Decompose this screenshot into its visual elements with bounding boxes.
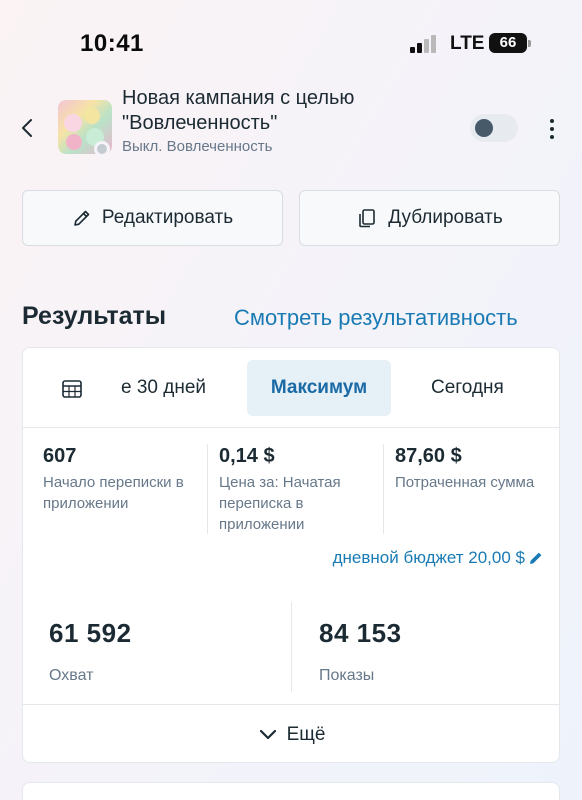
duplicate-button[interactable]: Дублировать	[299, 190, 560, 246]
reach-value: 61 592	[49, 618, 132, 648]
tab-maximum[interactable]: Максимум	[247, 360, 391, 416]
tab-last-30-days[interactable]: е 30 дней	[121, 377, 206, 399]
results-card: е 30 дней Максимум Сегодня 607 Начало пе…	[22, 347, 560, 763]
tab-today[interactable]: Сегодня	[431, 377, 504, 399]
duplicate-button-label: Дублировать	[388, 207, 503, 228]
next-card	[22, 782, 560, 800]
metric-conversations: 607 Начало переписки в приложении	[43, 445, 203, 514]
more-options-icon[interactable]	[544, 116, 560, 142]
back-arrow-icon[interactable]	[18, 116, 38, 140]
pencil-icon	[530, 552, 542, 564]
show-more-button[interactable]: Ещё	[23, 704, 559, 762]
daily-budget-link[interactable]: дневной бюджет 20,00 $	[333, 548, 545, 568]
edit-button[interactable]: Редактировать	[22, 190, 283, 246]
edit-button-label: Редактировать	[101, 207, 234, 228]
campaign-toggle[interactable]	[470, 114, 518, 142]
status-dot	[94, 141, 110, 157]
signal-icon	[410, 35, 438, 53]
campaign-title: Новая кампания с целью "Вовлеченность"	[122, 87, 355, 134]
date-range-tabs: е 30 дней Максимум Сегодня	[23, 348, 559, 428]
results-heading: Результаты	[22, 302, 167, 330]
impressions-value: 84 153	[319, 618, 402, 648]
show-more-label: Ещё	[286, 723, 326, 745]
metric-label: Потраченная сумма	[395, 474, 535, 491]
metric-label: Цена за: Начатая переписка в приложении	[219, 474, 341, 533]
battery-icon: 66	[489, 33, 527, 53]
metric-label: Начало переписки в приложении	[43, 474, 184, 512]
reach-metric: 61 592 Охват	[49, 618, 132, 685]
metric-value: 607	[43, 445, 77, 467]
divider	[383, 444, 384, 534]
metric-amount-spent: 87,60 $ Потраченная сумма	[395, 445, 555, 493]
view-performance-link[interactable]: Смотреть результативность	[234, 305, 518, 331]
status-bar: 10:41 LTE 66	[0, 0, 582, 80]
divider	[291, 602, 292, 692]
campaign-status-line: Выкл. Вовлеченность	[122, 138, 273, 155]
daily-budget-text: дневной бюджет 20,00 $	[332, 548, 525, 567]
chevron-down-icon	[259, 729, 276, 739]
copy-icon	[359, 209, 376, 228]
toggle-knob	[475, 119, 493, 137]
battery-tip	[528, 40, 531, 47]
pencil-icon	[74, 210, 90, 226]
network-type: LTE	[450, 33, 485, 54]
calendar-icon[interactable]	[61, 378, 83, 400]
impressions-metric: 84 153 Показы	[319, 618, 402, 685]
metric-cost-per-result: 0,14 $ Цена за: Начатая переписка в прил…	[219, 445, 369, 535]
divider	[207, 444, 208, 534]
clock: 10:41	[80, 30, 144, 57]
reach-label: Охват	[49, 667, 94, 684]
metric-value: 87,60 $	[395, 445, 462, 467]
impressions-label: Показы	[319, 667, 375, 684]
metric-value: 0,14 $	[219, 445, 275, 467]
